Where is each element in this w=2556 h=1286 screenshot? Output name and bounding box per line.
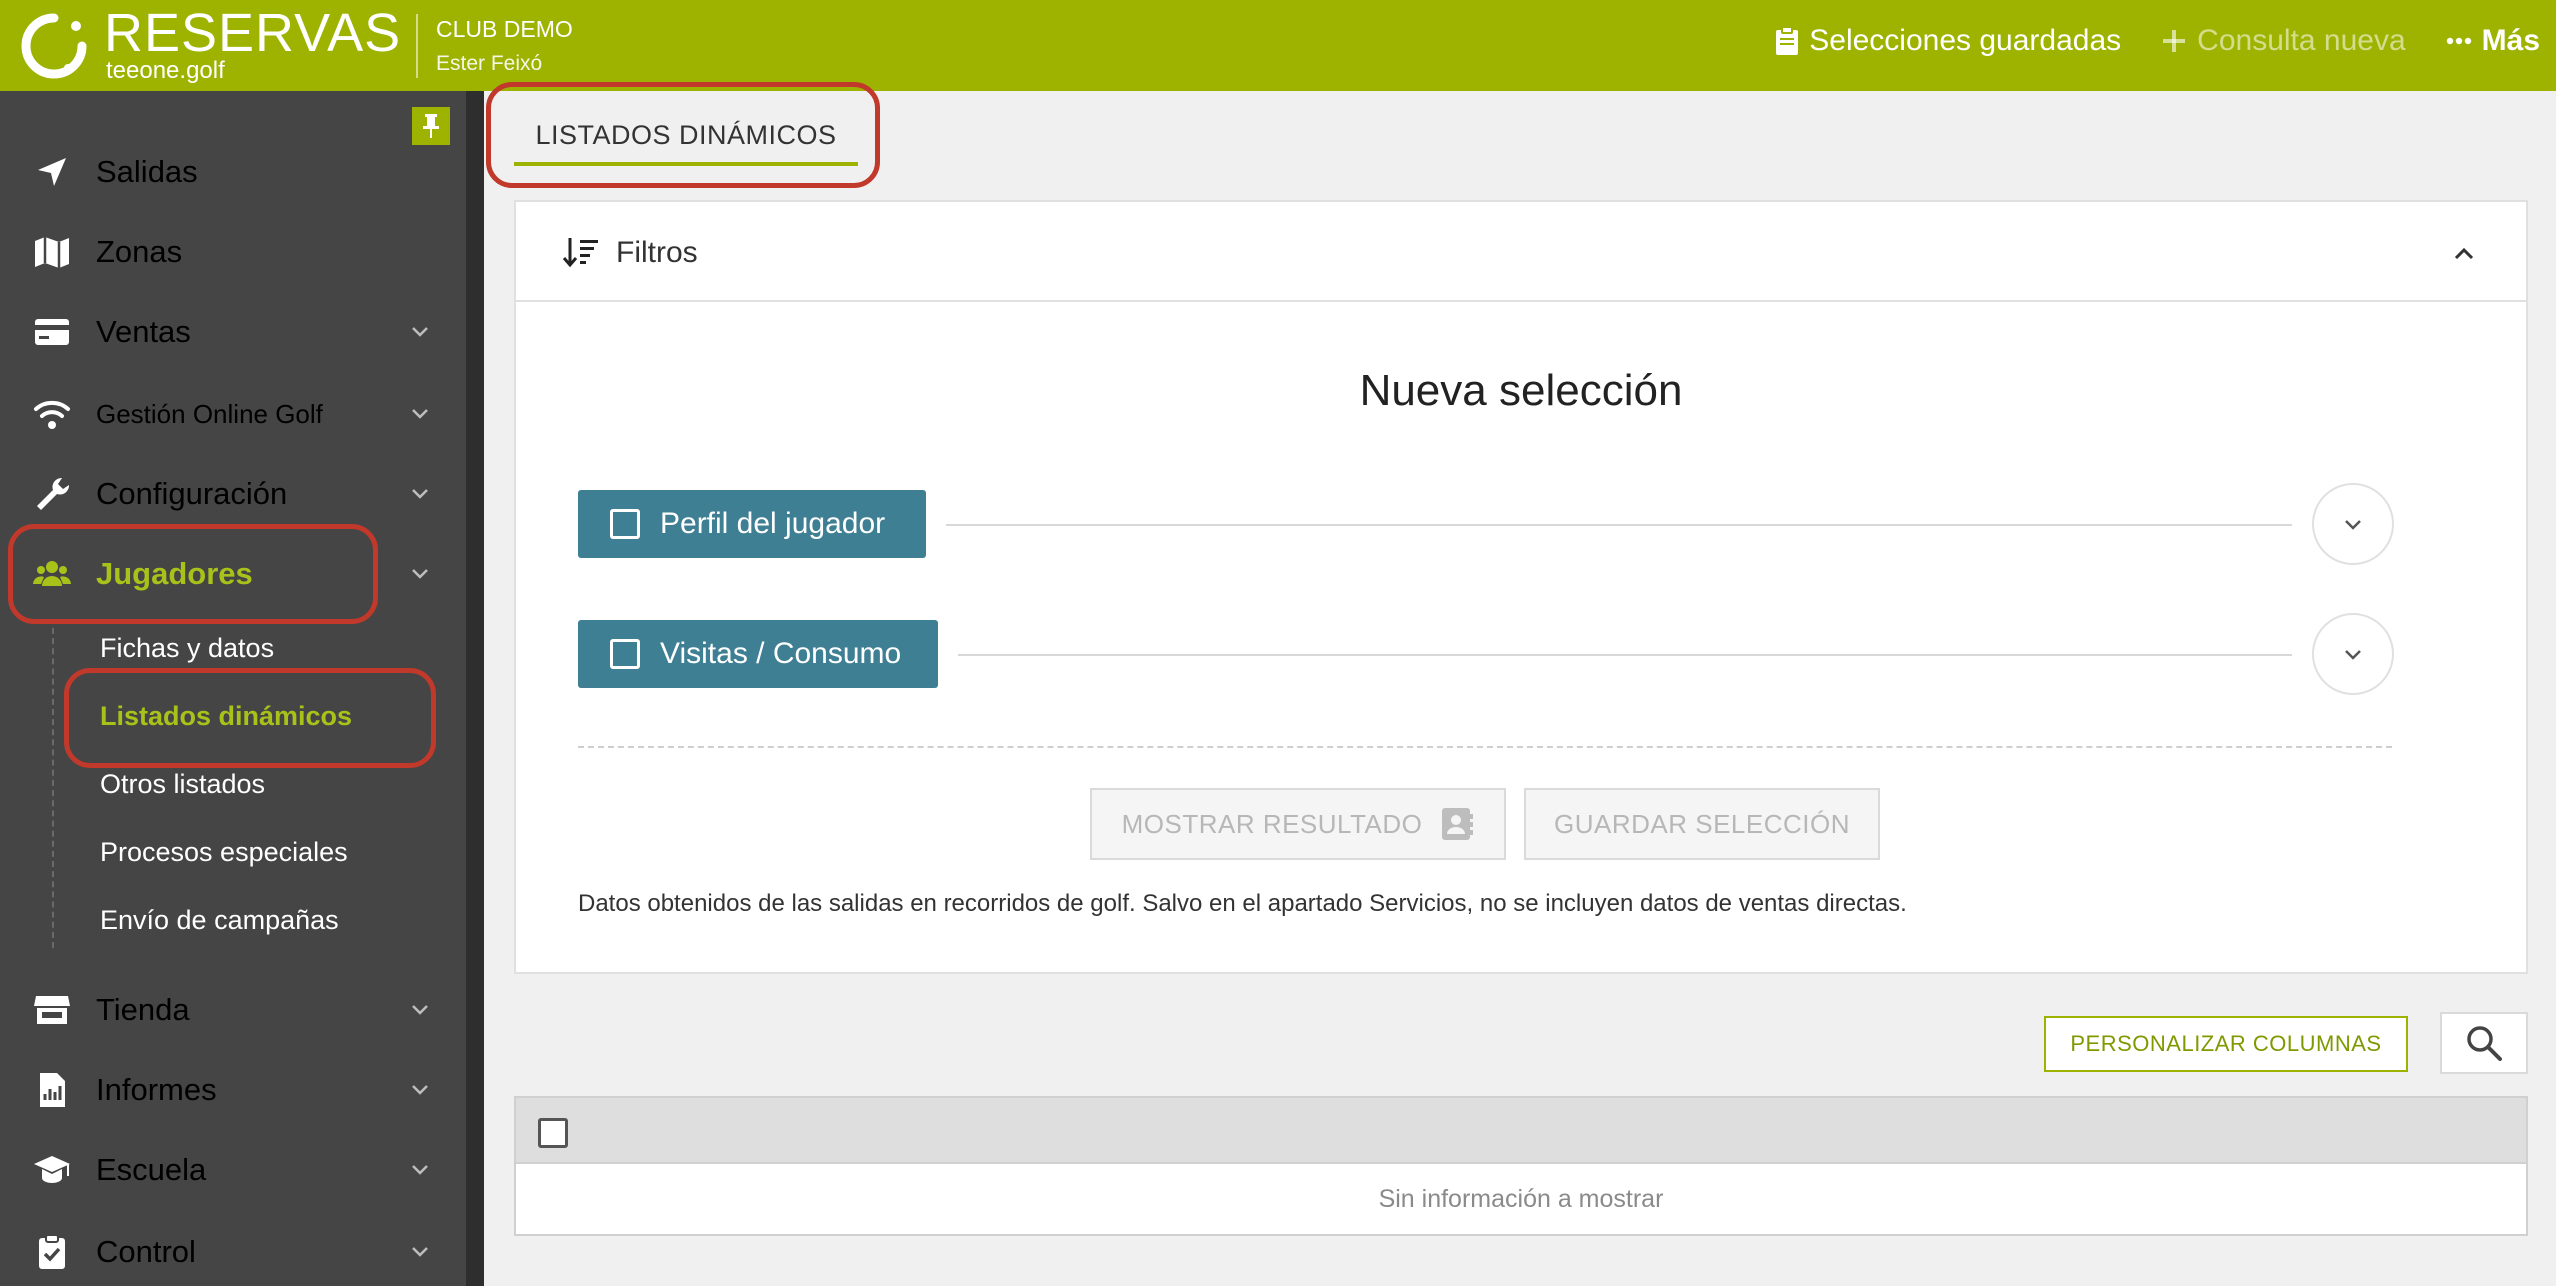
- expand-visits-consumption-button[interactable]: [2312, 613, 2394, 695]
- header-actions: Selecciones guardadas Consulta nueva Más: [1775, 24, 2540, 58]
- chevron-down-icon: [412, 1165, 428, 1175]
- sidebar-item-label: Escuela: [96, 1152, 207, 1187]
- sidebar-item-gestion-online-golf[interactable]: Gestión Online Golf: [0, 384, 466, 444]
- sidebar-subitem-otros-listados[interactable]: Otros listados: [100, 769, 265, 800]
- wifi-icon: [34, 400, 70, 429]
- chevron-down-icon: [412, 489, 428, 499]
- filters-header[interactable]: Filtros: [516, 202, 2526, 302]
- sidebar-subitem-fichas-y-datos[interactable]: Fichas y datos: [100, 633, 274, 664]
- graduation-cap-icon: [34, 1156, 70, 1183]
- sidebar-item-salidas[interactable]: Salidas: [0, 142, 466, 202]
- selection-title: Nueva selección: [1359, 366, 1683, 415]
- sidebar-scroll-edge[interactable]: [466, 91, 484, 1286]
- results-table-header: [514, 1096, 2528, 1164]
- sidebar-item-configuracion[interactable]: Configuración: [0, 464, 466, 524]
- clipboard-check-icon: [39, 1234, 65, 1269]
- header-divider: [416, 14, 418, 78]
- filters-title: Filtros: [616, 236, 698, 269]
- visits-consumption-label: Visitas / Consumo: [660, 637, 902, 670]
- chevron-up-icon[interactable]: [2450, 240, 2478, 268]
- contact-book-icon: [1442, 808, 1474, 840]
- sidebar-item-label: Gestión Online Golf: [96, 398, 323, 429]
- store-icon: [34, 996, 70, 1024]
- more-menu-label: Más: [2481, 24, 2540, 57]
- reservas-logo-icon[interactable]: [18, 10, 90, 82]
- chevron-down-icon: [412, 1247, 428, 1257]
- chevron-down-icon: [2345, 650, 2361, 660]
- sidebar-item-escuela[interactable]: Escuela: [0, 1140, 466, 1200]
- plus-icon: [2163, 30, 2186, 52]
- sidebar-item-informes[interactable]: Informes: [0, 1060, 466, 1120]
- sidebar-item-label: Jugadores: [96, 556, 253, 591]
- location-arrow-icon: [38, 158, 66, 186]
- clipboard-icon: [1776, 26, 1799, 55]
- filters-note: Datos obtenidos de las salidas en recorr…: [578, 890, 1907, 917]
- chevron-down-icon: [2345, 520, 2361, 530]
- sidebar-item-zonas[interactable]: Zonas: [0, 222, 466, 282]
- filters-panel: Filtros Nueva selección Perfil del jugad…: [514, 200, 2528, 974]
- more-menu-button[interactable]: Más: [2446, 24, 2540, 58]
- brand-title: RESERVAS: [104, 3, 402, 63]
- search-icon: [2467, 1026, 2502, 1061]
- chevron-down-icon: [412, 1085, 428, 1095]
- chevron-down-icon: [412, 327, 428, 337]
- customize-columns-button[interactable]: PERSONALIZAR COLUMNAS: [2044, 1016, 2408, 1072]
- dashed-separator: [578, 746, 2392, 748]
- select-all-checkbox[interactable]: [538, 1118, 568, 1148]
- user-name: Ester Feixó: [436, 52, 543, 75]
- player-profile-label: Perfil del jugador: [660, 507, 886, 540]
- new-query-link[interactable]: Consulta nueva: [2161, 24, 2406, 58]
- save-selection-label: GUARDAR SELECCIÓN: [1554, 808, 1850, 839]
- sidebar-item-label: Control: [96, 1234, 196, 1269]
- saved-selections-link[interactable]: Selecciones guardadas: [1775, 24, 2121, 58]
- results-table-empty-row: Sin información a mostrar: [514, 1164, 2528, 1236]
- wrench-icon: [37, 477, 70, 510]
- checkbox-icon[interactable]: [610, 509, 640, 539]
- brand-subtitle: teeone.golf: [106, 57, 225, 84]
- sidebar-subitem-procesos-especiales[interactable]: Procesos especiales: [100, 837, 348, 868]
- sidebar-item-label: Informes: [96, 1072, 217, 1107]
- saved-selections-label: Selecciones guardadas: [1809, 24, 2122, 57]
- subnav-guide: [52, 628, 54, 948]
- chevron-down-icon: [412, 409, 428, 419]
- top-bar: RESERVAS teeone.golf CLUB DEMO Ester Fei…: [0, 0, 2556, 91]
- sidebar-subitem-listados-dinamicos[interactable]: Listados dinámicos: [100, 701, 352, 732]
- map-icon: [35, 237, 69, 268]
- group-divider-line: [958, 654, 2292, 656]
- group-divider-line: [946, 524, 2292, 526]
- tab-listados-dinamicos[interactable]: LISTADOS DINÁMICOS: [514, 100, 858, 170]
- sidebar-subitem-envio-de-campanas[interactable]: Envío de campañas: [100, 905, 339, 936]
- chevron-down-icon: [412, 569, 428, 579]
- save-selection-button[interactable]: GUARDAR SELECCIÓN: [1524, 788, 1880, 860]
- sidebar-item-control[interactable]: Control: [0, 1222, 466, 1282]
- sort-filter-icon: [562, 238, 598, 268]
- sidebar-item-label: Zonas: [96, 234, 183, 269]
- visits-consumption-group-button[interactable]: Visitas / Consumo: [578, 620, 938, 688]
- expand-player-profile-button[interactable]: [2312, 483, 2394, 565]
- users-icon: [33, 561, 71, 586]
- chevron-down-icon: [412, 1005, 428, 1015]
- tab-active-underline: [514, 162, 858, 166]
- player-profile-group-button[interactable]: Perfil del jugador: [578, 490, 926, 558]
- pin-sidebar-button[interactable]: [412, 107, 450, 145]
- ellipsis-icon: [2446, 37, 2471, 45]
- pin-icon: [423, 114, 439, 138]
- credit-card-icon: [35, 319, 69, 345]
- new-query-label: Consulta nueva: [2197, 24, 2406, 57]
- sidebar-item-tienda[interactable]: Tienda: [0, 980, 466, 1040]
- show-result-label: MOSTRAR RESULTADO: [1121, 808, 1423, 839]
- file-chart-icon: [40, 1073, 65, 1107]
- sidebar-item-label: Salidas: [96, 154, 198, 189]
- sidebar-item-ventas[interactable]: Ventas: [0, 302, 466, 362]
- club-name: CLUB DEMO: [436, 16, 573, 42]
- sidebar-item-label: Tienda: [96, 992, 190, 1027]
- checkbox-icon[interactable]: [610, 639, 640, 669]
- sidebar-item-label: Configuración: [96, 476, 288, 511]
- table-search-button[interactable]: [2440, 1012, 2528, 1074]
- sidebar-item-jugadores[interactable]: Jugadores: [0, 544, 466, 604]
- sidebar-item-label: Ventas: [96, 314, 191, 349]
- show-result-button[interactable]: MOSTRAR RESULTADO: [1090, 788, 1506, 860]
